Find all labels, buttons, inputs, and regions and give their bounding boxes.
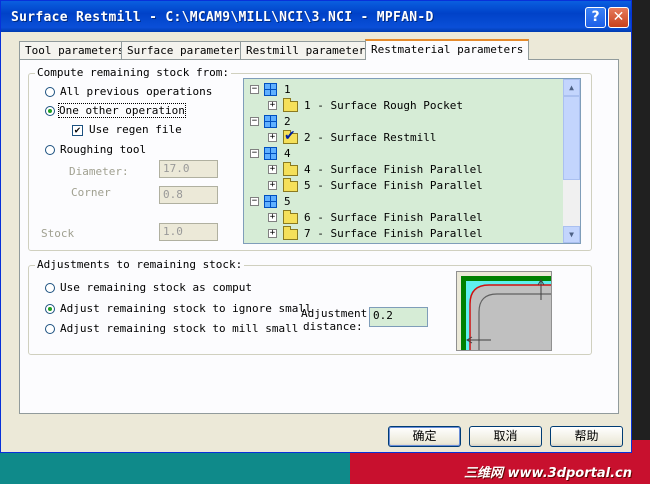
radio-one-other[interactable] [45, 106, 55, 116]
tree-group-label: 1 [284, 83, 291, 96]
tab-tool-parameters[interactable]: Tool parameters [19, 41, 131, 59]
radio-use-remaining[interactable] [45, 283, 55, 293]
folder-icon [283, 98, 298, 112]
title-bar[interactable]: Surface Restmill - C:\MCAM9\MILL\NCI\3.N… [1, 1, 631, 32]
ignore-small-label[interactable]: Adjust remaining stock to ignore small [60, 302, 312, 315]
folder-icon [283, 226, 298, 240]
tree-group-label: 2 [284, 115, 291, 128]
radio-ignore-small[interactable] [45, 304, 55, 314]
tree-op-label: 7 - Surface Finish Parallel [304, 227, 483, 240]
collapse-icon[interactable]: − [250, 149, 259, 158]
expand-icon[interactable]: + [268, 165, 277, 174]
radio-mill-small[interactable] [45, 324, 55, 334]
window-title: Surface Restmill - C:\MCAM9\MILL\NCI\3.N… [11, 10, 434, 25]
folder-icon [283, 210, 298, 224]
help-title-button[interactable]: ? [585, 7, 606, 28]
group-grid-icon [264, 83, 277, 96]
distance-label: distance: [303, 320, 363, 333]
tab-surface-parameters[interactable]: Surface parameters [121, 41, 253, 59]
mill-small-label[interactable]: Adjust remaining stock to mill small [60, 322, 298, 335]
one-other-label[interactable]: One other operation [58, 103, 186, 118]
tree-op-label: 6 - Surface Finish Parallel [304, 211, 483, 224]
tree-group-label: 4 [284, 147, 291, 160]
preview-drawing [457, 272, 551, 350]
tab-restmill-parameters[interactable]: Restmill parameters [240, 41, 378, 59]
expand-icon[interactable]: + [268, 181, 277, 190]
radio-all-previous[interactable] [45, 87, 55, 97]
stock-preview-image [456, 271, 552, 351]
use-regen-checkbox[interactable]: ✔ [72, 125, 83, 136]
watermark: 三维网 www.3dportal.cn [463, 466, 632, 481]
checkmark-icon: ✔ [284, 128, 296, 144]
compute-group-label: Compute remaining stock from: [35, 66, 232, 79]
expand-icon[interactable]: + [268, 229, 277, 238]
roughing-tool-label[interactable]: Roughing tool [60, 143, 146, 156]
dialog-window: Surface Restmill - C:\MCAM9\MILL\NCI\3.N… [0, 0, 632, 453]
scroll-up-icon[interactable]: ▲ [563, 79, 580, 96]
adjust-group-label: Adjustments to remaining stock: [35, 258, 245, 271]
adjustment-label: Adjustment [301, 307, 368, 320]
tree-op-label: 4 - Surface Finish Parallel [304, 163, 483, 176]
close-icon[interactable]: ✕ [608, 7, 629, 28]
expand-icon[interactable]: + [268, 101, 277, 110]
collapse-icon[interactable]: − [250, 117, 259, 126]
tab-restmaterial-parameters[interactable]: Restmaterial parameters [365, 39, 530, 60]
diameter-label: Diameter: [69, 165, 129, 178]
tree-op-label: 2 - Surface Restmill [304, 131, 437, 144]
corner-field[interactable]: 0.8 [159, 186, 218, 204]
tree-op-label: 5 - Surface Finish Parallel [304, 179, 483, 192]
tree-scrollbar[interactable]: ▲ ▼ [563, 79, 580, 243]
stock-field[interactable]: 1.0 [159, 223, 218, 241]
operation-tree[interactable]: − 1 + 1 - Surface Rough Pocket − 2 + ✔ 2… [243, 78, 581, 244]
use-remaining-label[interactable]: Use remaining stock as comput [60, 281, 252, 294]
use-regen-label[interactable]: Use regen file [89, 123, 182, 136]
cancel-button[interactable]: 取消 [469, 426, 542, 447]
all-previous-label[interactable]: All previous operations [60, 85, 212, 98]
ok-button[interactable]: 确定 [388, 426, 461, 447]
expand-icon[interactable]: + [268, 213, 277, 222]
tree-group-label: 5 [284, 195, 291, 208]
expand-icon[interactable]: + [268, 133, 277, 142]
tree-op-label: 1 - Surface Rough Pocket [304, 99, 463, 112]
background-cyan [0, 452, 360, 484]
group-grid-icon [264, 115, 277, 128]
scroll-thumb[interactable] [563, 96, 580, 180]
radio-roughing-tool[interactable] [45, 145, 55, 155]
corner-label: Corner [71, 186, 111, 199]
collapse-icon[interactable]: − [250, 85, 259, 94]
stock-label: Stock [41, 227, 75, 240]
help-button[interactable]: 帮助 [550, 426, 623, 447]
scroll-down-icon[interactable]: ▼ [563, 226, 580, 243]
group-grid-icon [264, 195, 277, 208]
collapse-icon[interactable]: − [250, 197, 259, 206]
folder-icon [283, 178, 298, 192]
folder-icon [283, 162, 298, 176]
diameter-field[interactable]: 17.0 [159, 160, 218, 178]
group-grid-icon [264, 147, 277, 160]
adjustment-distance-field[interactable]: 0.2 [369, 307, 428, 327]
